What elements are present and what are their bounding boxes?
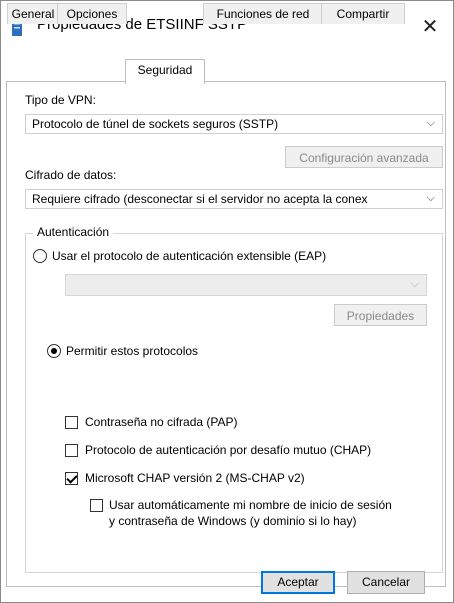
properties-dialog: Propiedades de ETSIINF SSTP ✕ General Op… [0,0,454,603]
close-button[interactable]: ✕ [415,11,445,41]
close-icon: ✕ [421,15,439,38]
authentication-group-title: Autenticación [33,225,114,239]
chap-checkbox[interactable] [65,444,78,457]
ok-button[interactable]: Aceptar [261,571,335,594]
mschapv2-checkbox[interactable] [65,472,78,485]
advanced-settings-button[interactable]: Configuración avanzada [285,146,443,168]
tab-label: Opciones [66,7,118,21]
auto-logon-label-line2[interactable]: y contraseña de Windows (y dominio si lo… [109,514,356,528]
tab-label: Seguridad [137,63,193,77]
cancel-label: Cancelar [361,575,411,589]
radio-selected-dot [51,348,57,354]
checkmark-icon [66,472,78,484]
tab-options[interactable]: Opciones [57,3,127,24]
eap-method-select[interactable]: ⌵ [65,274,427,296]
tab-security[interactable]: Seguridad [125,59,205,84]
ok-label: Aceptar [277,575,319,589]
eap-radio[interactable] [33,249,47,263]
chevron-down-icon: ⌵ [426,192,435,204]
encryption-value: Requiere cifrado (desconectar si el serv… [32,192,368,206]
tab-label: General [11,7,55,21]
tab-general[interactable]: General [7,3,59,24]
chevron-down-icon: ⌵ [426,117,435,129]
allow-protocols-label[interactable]: Permitir estos protocolos [66,344,198,358]
tab-networking[interactable]: Funciones de red [203,3,323,24]
chevron-down-icon: ⌵ [410,278,419,290]
tab-sharing[interactable]: Compartir [321,3,405,24]
vpn-type-select[interactable]: Protocolo de túnel de sockets seguros (S… [25,114,443,134]
cancel-button[interactable]: Cancelar [347,571,425,594]
vpn-type-label: Tipo de VPN: [25,93,96,107]
advanced-settings-label: Configuración avanzada [299,151,429,165]
mschapv2-label[interactable]: Microsoft CHAP versión 2 (MS-CHAP v2) [85,471,305,485]
tab-label: Compartir [336,7,390,21]
encryption-label: Cifrado de datos: [25,168,117,182]
pap-checkbox[interactable] [65,416,78,429]
chap-label[interactable]: Protocolo de autenticación por desafío m… [85,443,371,457]
eap-label[interactable]: Usar el protocolo de autenticación exten… [52,249,326,263]
auto-logon-label-line1[interactable]: Usar automáticamente mi nombre de inicio… [109,498,392,512]
auto-logon-checkbox[interactable] [90,499,103,512]
properties-button[interactable]: Propiedades [334,304,427,326]
allow-protocols-radio[interactable] [47,344,61,358]
vpn-type-value: Protocolo de túnel de sockets seguros (S… [32,117,279,131]
properties-label: Propiedades [346,309,415,323]
pap-label[interactable]: Contraseña no cifrada (PAP) [85,415,238,429]
encryption-select[interactable]: Requiere cifrado (desconectar si el serv… [25,189,443,209]
tab-label: Funciones de red [216,7,310,21]
